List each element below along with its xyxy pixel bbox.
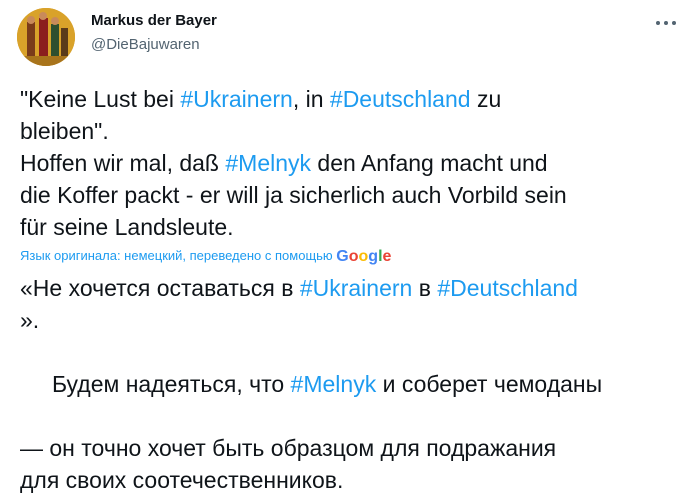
tweet-text: и соберет чемоданы [376,371,603,397]
tweet-text-original: "Keine Lust bei #Ukrainern, in #Deutschl… [20,83,685,243]
tweet-line: die Koffer packt - er will ja sicherlich… [20,179,685,211]
more-options-icon[interactable] [652,13,682,33]
tweet-line: für seine Landsleute. [20,211,685,243]
hashtag-link[interactable]: #Ukrainern [300,275,413,301]
avatar[interactable] [17,8,75,66]
tweet-line: Будем надеяться, что #Melnyk и соберет ч… [20,336,685,432]
tweet-text: für seine Landsleute. [20,214,234,240]
tweet-line: «Не хочется оставаться в #Ukrainern в #D… [20,272,685,304]
tweet-line: Hoffen wir mal, daß #Melnyk den Anfang m… [20,147,685,179]
tweet-text: "Keine Lust bei [20,86,181,112]
tweet-text: для своих соотечественников. [20,467,344,493]
tweet-text: «Не хочется оставаться в [20,275,300,301]
translation-note[interactable]: Язык оригинала: немецкий, переведено с п… [20,248,391,266]
tweet-text: bleiben". [20,118,109,144]
author-name[interactable]: Markus der Bayer [91,12,217,29]
profile-photo-icon [17,8,75,66]
tweet-text: Будем надеяться, что [45,371,291,397]
hashtag-link[interactable]: #Deutschland [330,86,471,112]
translation-note-text: Язык оригинала: немецкий, переведено с п… [20,248,337,263]
hashtag-link[interactable]: #Deutschland [437,275,578,301]
tweet-text: — он точно хочет быть образцом для подра… [20,435,557,461]
author-handle[interactable]: @DieBajuwaren [91,36,200,53]
tweet-line: — он точно хочет быть образцом для подра… [20,432,685,464]
tweet-text: zu [470,86,502,112]
tweet-line: bleiben". [20,115,685,147]
hashtag-link[interactable]: #Ukrainern [180,86,293,112]
tweet-text-translated: «Не хочется оставаться в #Ukrainern в #D… [20,272,685,496]
tweet-text: Hoffen wir mal, daß [20,150,226,176]
tweet-text: в [412,275,438,301]
tweet-line: ». [20,304,685,336]
google-logo: Google [336,248,392,265]
tweet-line: для своих соотечественников. [20,464,685,496]
tweet-text: die Koffer packt - er will ja sicherlich… [20,182,567,208]
tweet-text: , in [292,86,330,112]
hashtag-link[interactable]: #Melnyk [291,371,377,397]
tweet-text: den Anfang macht und [311,150,548,176]
tweet-line: "Keine Lust bei #Ukrainern, in #Deutschl… [20,83,685,115]
tweet-text: ». [20,307,40,333]
hashtag-link[interactable]: #Melnyk [225,150,311,176]
